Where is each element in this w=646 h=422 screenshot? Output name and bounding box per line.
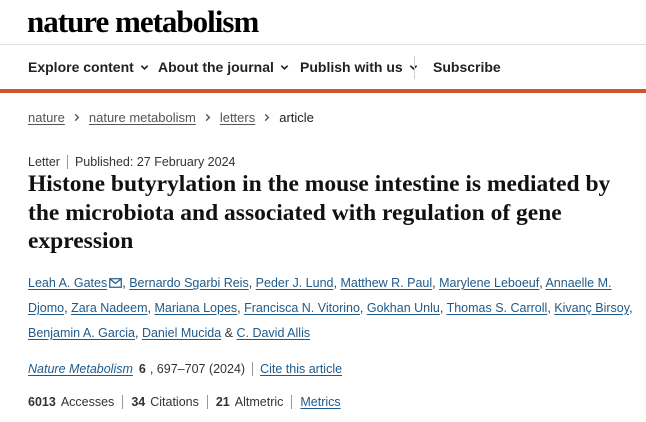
author-separator: , — [359, 301, 367, 315]
author-link[interactable]: Gokhan Unlu — [367, 301, 440, 315]
top-navigation: Explore content About the journal Publis… — [0, 44, 646, 90]
breadcrumb-nature[interactable]: nature — [28, 110, 65, 125]
nav-item-label: About the journal — [158, 59, 274, 75]
citations-label: Citations — [150, 395, 199, 409]
author-link[interactable]: C. David Allis — [236, 326, 310, 340]
breadcrumb-current: article — [279, 110, 314, 125]
citations-count: 34 — [131, 395, 146, 409]
author-link[interactable]: Peder J. Lund — [256, 276, 334, 290]
altmetric-label: Altmetric — [234, 395, 284, 409]
author-separator: , — [135, 326, 142, 340]
masthead: nature metabolism — [0, 0, 646, 44]
metrics-link[interactable]: Metrics — [300, 395, 340, 409]
metric-divider — [122, 395, 124, 409]
chevron-down-icon — [280, 64, 289, 70]
author-link[interactable]: Francisca N. Vitorino — [244, 301, 360, 315]
breadcrumb: nature nature metabolism letters article — [28, 110, 314, 125]
author-link[interactable]: Thomas S. Carroll — [447, 301, 548, 315]
article-meta: Letter Published: 27 February 2024 — [28, 155, 236, 169]
citation-divider — [252, 362, 254, 376]
nav-subscribe[interactable]: Subscribe — [433, 59, 501, 75]
journal-logo[interactable]: nature metabolism — [27, 4, 259, 40]
nav-publish-with-us[interactable]: Publish with us — [300, 59, 418, 75]
author-link[interactable]: Zara Nadeem — [71, 301, 147, 315]
journal-name-link[interactable]: Nature Metabolism — [28, 362, 133, 376]
altmetric-score: 21 — [215, 395, 230, 409]
author-link[interactable]: Daniel Mucida — [142, 326, 221, 340]
accent-bar — [0, 89, 646, 93]
breadcrumb-letters[interactable]: letters — [220, 110, 255, 125]
chevron-right-icon — [74, 113, 80, 122]
nav-explore-content[interactable]: Explore content — [28, 59, 149, 75]
author-link[interactable]: Benjamin A. Garcia — [28, 326, 135, 340]
volume: 6 — [138, 362, 146, 376]
metric-divider — [206, 395, 208, 409]
nav-about-journal[interactable]: About the journal — [158, 59, 289, 75]
chevron-down-icon — [140, 64, 149, 70]
chevron-right-icon — [205, 113, 211, 122]
metric-divider — [291, 395, 293, 409]
article-type: Letter — [28, 155, 60, 169]
author-link[interactable]: Bernardo Sgarbi Reis — [129, 276, 249, 290]
author-link[interactable]: Mariana Lopes — [154, 301, 237, 315]
author-separator: , — [439, 301, 447, 315]
mail-icon[interactable] — [109, 278, 123, 288]
author-separator: & — [221, 326, 237, 340]
pages-year: , 697–707 (2024) — [149, 362, 246, 376]
article-metrics: 6013 Accesses 34 Citations 21 Altmetric … — [28, 395, 341, 409]
nav-item-label: Publish with us — [300, 59, 403, 75]
citation-line: Nature Metabolism 6 , 697–707 (2024) Cit… — [28, 362, 342, 376]
accesses-count: 6013 — [28, 395, 56, 409]
author-link[interactable]: Leah A. Gates — [28, 276, 107, 290]
author-link[interactable]: Marylene Leboeuf — [439, 276, 539, 290]
author-list: Leah A. Gates, Bernardo Sgarbi Reis, Ped… — [28, 271, 633, 346]
nav-divider — [414, 56, 415, 79]
chevron-right-icon — [264, 113, 270, 122]
author-separator: , — [248, 276, 256, 290]
author-link[interactable]: Kivanç Birsoy — [554, 301, 629, 315]
published-date: Published: 27 February 2024 — [74, 155, 236, 169]
meta-divider — [66, 155, 68, 169]
article-title: Histone butyrylation in the mouse intest… — [28, 171, 611, 254]
nav-item-label: Subscribe — [433, 59, 501, 75]
cite-this-article-link[interactable]: Cite this article — [260, 362, 342, 376]
author-link[interactable]: Matthew R. Paul — [340, 276, 432, 290]
nav-item-label: Explore content — [28, 59, 134, 75]
accesses-label: Accesses — [60, 395, 115, 409]
author-separator: , — [629, 301, 633, 315]
breadcrumb-nature-metabolism[interactable]: nature metabolism — [89, 110, 196, 125]
